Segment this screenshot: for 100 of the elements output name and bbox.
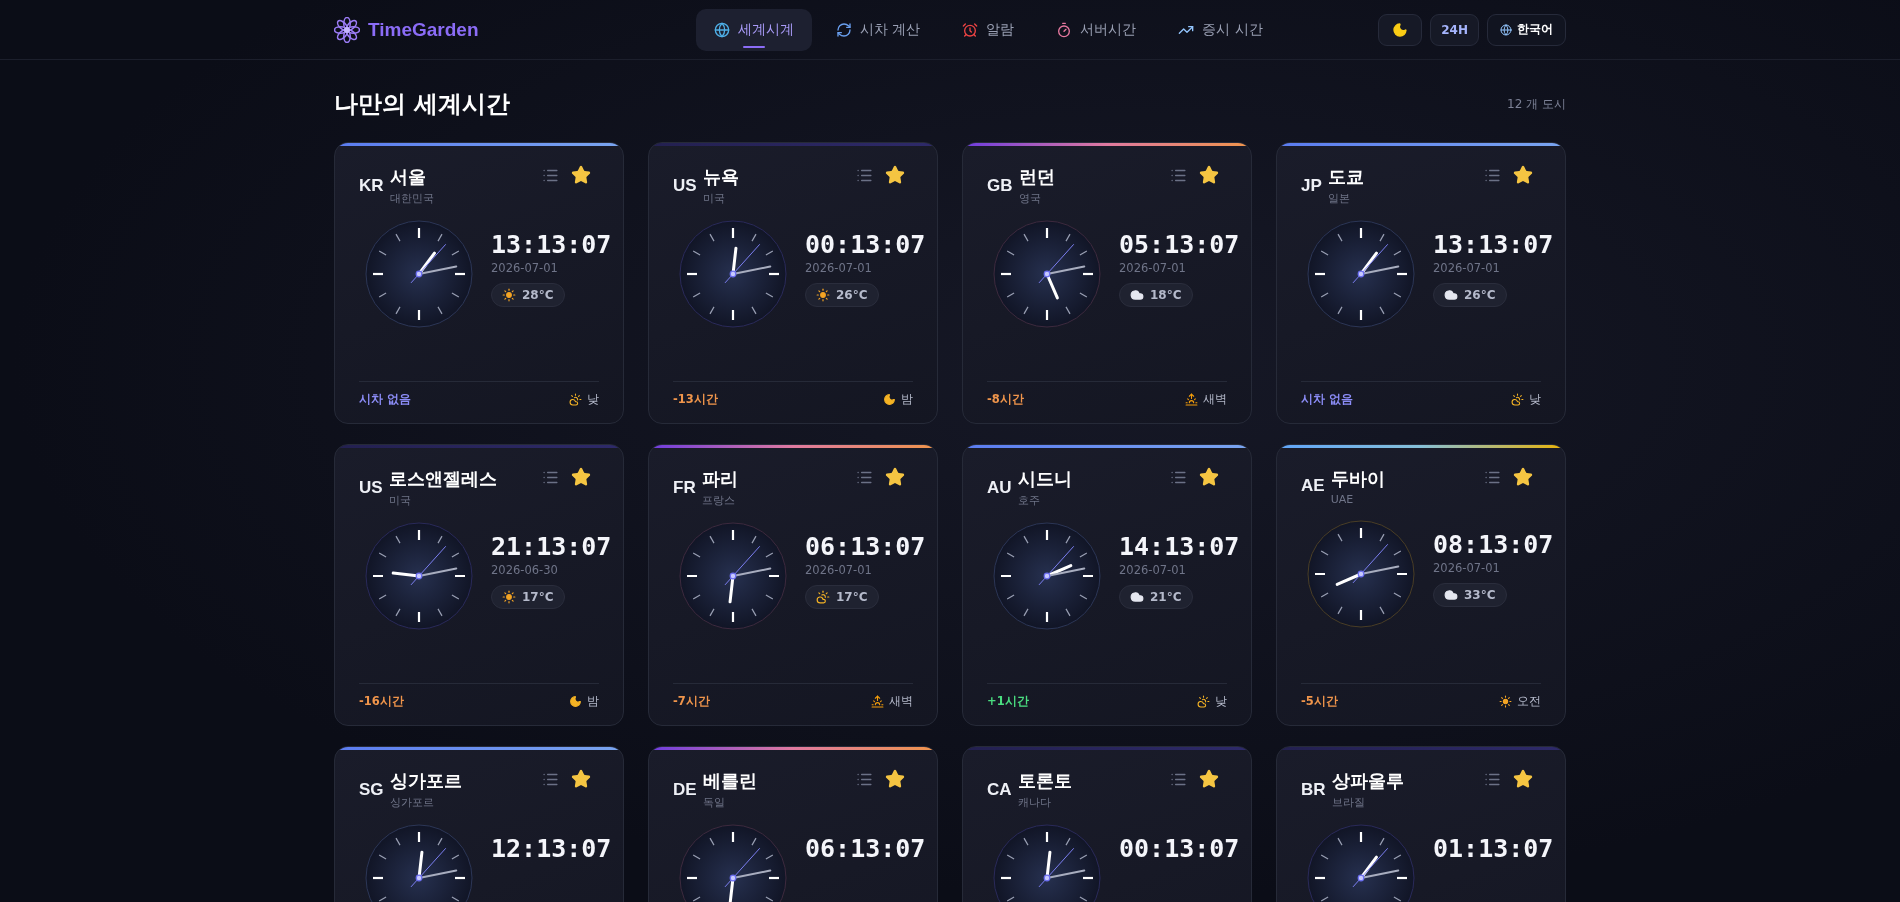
cloud-icon bbox=[1444, 288, 1458, 302]
section-title: 나만의 세계시간 bbox=[334, 89, 511, 120]
nav-tab[interactable]: 시차 계산 bbox=[818, 8, 939, 51]
time-offset: 시차 없음 bbox=[359, 392, 411, 407]
city-count: 12 개 도시 bbox=[1507, 95, 1566, 113]
temperature: 28°C bbox=[522, 288, 554, 302]
country-code: JP bbox=[1301, 176, 1322, 196]
nav-tab[interactable]: 증시 시간 bbox=[1160, 8, 1281, 51]
country-name: 대한민국 bbox=[389, 191, 434, 206]
day-period: 밤 bbox=[587, 694, 599, 709]
favorite-star-button[interactable] bbox=[1199, 769, 1219, 789]
date-text: 2026-07-01 bbox=[1433, 261, 1500, 275]
country-name: 프랑스 bbox=[701, 493, 736, 508]
time-offset: -13시간 bbox=[673, 392, 718, 407]
country-code: KR bbox=[359, 176, 384, 196]
day-period: 낮 bbox=[587, 392, 599, 407]
day-period: 낮 bbox=[1215, 694, 1227, 709]
digital-time: 05:13:07 bbox=[1119, 230, 1240, 259]
sunrise-icon bbox=[1185, 393, 1198, 406]
cloud-icon bbox=[1130, 288, 1144, 302]
moon-icon bbox=[883, 393, 896, 406]
favorite-star-button[interactable] bbox=[885, 467, 905, 487]
nav-tab[interactable]: 세계시계 bbox=[696, 8, 813, 51]
country-code: CA bbox=[987, 780, 1012, 800]
favorite-star-button[interactable] bbox=[1513, 769, 1533, 789]
refresh-icon bbox=[836, 21, 853, 38]
date-text: 2026-07-01 bbox=[1119, 261, 1186, 275]
country-code: US bbox=[359, 478, 383, 498]
nav-tab[interactable]: 알람 bbox=[944, 8, 1033, 51]
city-name: 서울 bbox=[389, 165, 427, 189]
digital-time: 21:13:07 bbox=[491, 532, 612, 561]
country-name: 일본 bbox=[1327, 191, 1351, 206]
digital-time: 12:13:07 bbox=[491, 834, 612, 863]
city-name: 런던 bbox=[1018, 165, 1055, 189]
country-name: 호주 bbox=[1017, 493, 1041, 508]
favorite-star-button[interactable] bbox=[1199, 467, 1219, 487]
date-text: 2026-07-01 bbox=[805, 261, 872, 275]
time-offset: -5시간 bbox=[1301, 694, 1338, 709]
country-name: 독일 bbox=[702, 795, 726, 810]
temperature: 18°C bbox=[1150, 288, 1182, 302]
globe-icon bbox=[714, 21, 731, 38]
city-name: 베를린 bbox=[702, 769, 757, 793]
favorite-star-button[interactable] bbox=[1513, 165, 1533, 185]
digital-time: 13:13:07 bbox=[491, 230, 612, 259]
cloud-icon bbox=[1130, 590, 1144, 604]
time-offset: -7시간 bbox=[673, 694, 710, 709]
time-offset: -16시간 bbox=[359, 694, 404, 709]
time-format-button[interactable]: 24H bbox=[1430, 13, 1479, 46]
favorite-star-button[interactable] bbox=[885, 769, 905, 789]
city-name: 싱가포르 bbox=[389, 769, 462, 793]
country-name: UAE bbox=[1330, 493, 1355, 506]
temperature: 17°C bbox=[836, 590, 868, 604]
alarm-clock-icon bbox=[962, 21, 979, 38]
temperature: 26°C bbox=[836, 288, 868, 302]
digital-time: 13:13:07 bbox=[1433, 230, 1554, 259]
digital-time: 14:13:07 bbox=[1119, 532, 1240, 561]
moon-icon bbox=[1392, 21, 1409, 38]
country-code: AU bbox=[987, 478, 1012, 498]
day-period: 낮 bbox=[1529, 392, 1541, 407]
country-code: GB bbox=[987, 176, 1013, 196]
country-code: US bbox=[673, 176, 697, 196]
sun-icon bbox=[1499, 695, 1512, 708]
flower-logo-icon bbox=[334, 16, 360, 43]
sun-icon bbox=[502, 288, 516, 302]
temperature: 21°C bbox=[1150, 590, 1182, 604]
cloud-icon bbox=[1444, 588, 1458, 602]
temperature: 26°C bbox=[1464, 288, 1496, 302]
favorite-star-button[interactable] bbox=[885, 165, 905, 185]
sun-cloud-icon bbox=[569, 393, 582, 406]
country-name: 캐나다 bbox=[1017, 795, 1052, 810]
sun-icon bbox=[502, 590, 516, 604]
city-name: 상파울루 bbox=[1331, 769, 1404, 793]
favorite-star-button[interactable] bbox=[571, 467, 591, 487]
globe-icon bbox=[1500, 23, 1512, 36]
country-name: 브라질 bbox=[1331, 795, 1366, 810]
favorite-star-button[interactable] bbox=[1513, 467, 1533, 487]
moon-icon bbox=[569, 695, 582, 708]
favorite-star-button[interactable] bbox=[571, 165, 591, 185]
day-period: 새벽 bbox=[889, 694, 913, 709]
temperature: 33°C bbox=[1464, 588, 1496, 602]
city-name: 로스앤젤레스 bbox=[388, 467, 497, 491]
favorite-star-button[interactable] bbox=[571, 769, 591, 789]
city-name: 뉴욕 bbox=[702, 165, 739, 189]
nav-tab[interactable]: 서버시간 bbox=[1038, 8, 1155, 51]
country-code: BR bbox=[1301, 780, 1326, 800]
sun-icon bbox=[816, 288, 830, 302]
language-button[interactable]: 한국어 bbox=[1487, 13, 1566, 46]
sunrise-icon bbox=[871, 695, 884, 708]
theme-toggle-button[interactable] bbox=[1378, 13, 1423, 46]
time-offset: +1시간 bbox=[987, 694, 1029, 709]
sun-cloud-icon bbox=[816, 590, 830, 604]
country-name: 싱가포르 bbox=[389, 795, 435, 810]
favorite-star-button[interactable] bbox=[1199, 165, 1219, 185]
time-offset: 시차 없음 bbox=[1301, 392, 1353, 407]
temperature: 17°C bbox=[522, 590, 554, 604]
stopwatch-icon bbox=[1056, 21, 1073, 38]
digital-time: 08:13:07 bbox=[1433, 530, 1554, 559]
day-period: 오전 bbox=[1517, 694, 1541, 709]
digital-time: 00:13:07 bbox=[805, 230, 926, 259]
city-name: 시드니 bbox=[1017, 467, 1072, 491]
